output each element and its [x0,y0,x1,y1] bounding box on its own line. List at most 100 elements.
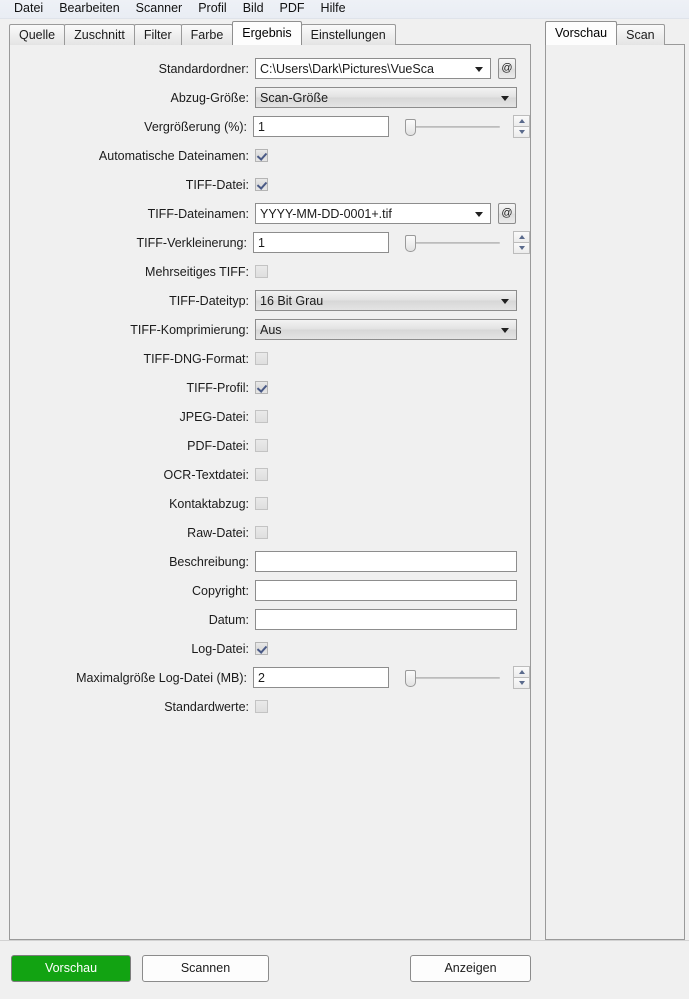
menu-item-hilfe[interactable]: Hilfe [313,0,354,18]
pdf-datei-checkbox[interactable] [255,439,268,452]
slider-track [410,677,500,679]
slider-track [410,126,500,128]
slider-track [410,242,500,244]
menu-item-pdf[interactable]: PDF [272,0,313,18]
slider-knob[interactable] [405,119,416,136]
mehrseitiges-tiff-checkbox[interactable] [255,265,268,278]
row-tiff-profil: TIFF-Profil: [10,373,530,402]
row-beschreibung: Beschreibung: [10,547,530,576]
menu-item-bild[interactable]: Bild [235,0,272,18]
tab-quelle[interactable]: Quelle [9,24,66,45]
stepper-down-icon[interactable] [513,678,530,689]
tab-filter[interactable]: Filter [133,24,182,45]
menu-item-profil[interactable]: Profil [190,0,234,18]
datum-input[interactable] [255,609,517,630]
tiff-datei-checkbox[interactable] [255,178,268,191]
chevron-down-icon [501,95,509,101]
stepper-down-icon[interactable] [513,127,530,138]
row-tiff-dateinamen: TIFF-Dateinamen: YYYY-MM-DD-0001+.tif @ [10,199,530,228]
stepper-down-icon[interactable] [513,243,530,254]
label-ocr-textdatei: OCR-Textdatei: [163,467,249,482]
stepper-up-icon[interactable] [513,115,530,127]
tiff-komprimierung-dropdown[interactable]: Aus [255,319,517,340]
tiff-dateinamen-at-button[interactable]: @ [498,203,516,224]
label-tiff-verkleinerung: TIFF-Verkleinerung: [136,235,247,250]
row-abzug-groesse: Abzug-Größe: Scan-Größe [10,83,530,112]
standardordner-at-button[interactable]: @ [498,58,516,79]
tiff-verkleinerung-stepper[interactable] [513,231,530,254]
tiff-verkleinerung-input[interactable] [253,232,389,253]
jpeg-datei-checkbox[interactable] [255,410,268,423]
main-area: Quelle Zuschnitt Filter Farbe Ergebnis E… [0,19,689,940]
vergroesserung-stepper[interactable] [513,115,530,138]
anzeigen-button[interactable]: Anzeigen [410,955,531,982]
copyright-input[interactable] [255,580,517,601]
stepper-up-icon[interactable] [513,666,530,678]
row-standardwerte: Standardwerte: [10,692,530,721]
menu-item-scanner[interactable]: Scanner [128,0,191,18]
row-copyright: Copyright: [10,576,530,605]
menu-item-bearbeiten[interactable]: Bearbeiten [51,0,127,18]
menu-item-datei[interactable]: Datei [6,0,51,18]
row-automatische-dateinamen: Automatische Dateinamen: [10,141,530,170]
tiff-dateityp-value: 16 Bit Grau [260,293,324,308]
standardwerte-checkbox[interactable] [255,700,268,713]
abzug-groesse-dropdown[interactable]: Scan-Größe [255,87,517,108]
preview-pane: Vorschau Scan [539,19,689,940]
maximalgroesse-log-slider[interactable] [404,667,500,688]
tab-ergebnis[interactable]: Ergebnis [232,21,302,45]
tab-scan[interactable]: Scan [616,24,665,45]
label-mehrseitiges-tiff: Mehrseitiges TIFF: [145,264,249,279]
label-tiff-datei: TIFF-Datei: [185,177,249,192]
tab-einstellungen[interactable]: Einstellungen [300,24,396,45]
chevron-down-icon [501,327,509,333]
row-standardordner: Standardordner: C:\Users\Dark\Pictures\V… [10,54,530,83]
kontaktabzug-checkbox[interactable] [255,497,268,510]
result-settings-form: Standardordner: C:\Users\Dark\Pictures\V… [10,45,530,939]
row-tiff-dng-format: TIFF-DNG-Format: [10,344,530,373]
row-jpeg-datei: JPEG-Datei: [10,402,530,431]
menu-bar: Datei Bearbeiten Scanner Profil Bild PDF… [0,0,689,19]
vergroesserung-input[interactable] [253,116,389,137]
beschreibung-input[interactable] [255,551,517,572]
tiff-komprimierung-value: Aus [260,322,282,337]
settings-pane: Quelle Zuschnitt Filter Farbe Ergebnis E… [0,19,536,940]
row-ocr-textdatei: OCR-Textdatei: [10,460,530,489]
stepper-up-icon[interactable] [513,231,530,243]
bottom-button-bar: Vorschau Scannen Anzeigen [0,940,689,999]
standardordner-combobox[interactable]: C:\Users\Dark\Pictures\VueSca [255,58,491,79]
maximalgroesse-log-input[interactable] [253,667,389,688]
automatische-dateinamen-checkbox[interactable] [255,149,268,162]
log-datei-checkbox[interactable] [255,642,268,655]
left-tab-strip: Quelle Zuschnitt Filter Farbe Ergebnis E… [0,19,536,45]
right-tab-strip: Vorschau Scan [539,19,689,45]
row-tiff-verkleinerung: TIFF-Verkleinerung: [10,228,530,257]
slider-knob[interactable] [405,670,416,687]
tiff-profil-checkbox[interactable] [255,381,268,394]
tiff-dateityp-dropdown[interactable]: 16 Bit Grau [255,290,517,311]
standardordner-value: C:\Users\Dark\Pictures\VueSca [260,61,434,76]
row-pdf-datei: PDF-Datei: [10,431,530,460]
tab-zuschnitt[interactable]: Zuschnitt [64,24,135,45]
label-tiff-komprimierung: TIFF-Komprimierung: [130,322,249,337]
label-datum: Datum: [208,612,249,627]
vergroesserung-slider[interactable] [404,116,500,137]
tab-vorschau[interactable]: Vorschau [545,21,618,45]
label-pdf-datei: PDF-Datei: [187,438,249,453]
row-tiff-komprimierung: TIFF-Komprimierung: Aus [10,315,530,344]
row-raw-datei: Raw-Datei: [10,518,530,547]
vorschau-button[interactable]: Vorschau [11,955,131,982]
tiff-dateinamen-combobox[interactable]: YYYY-MM-DD-0001+.tif [255,203,491,224]
maximalgroesse-log-stepper[interactable] [513,666,530,689]
tiff-dateinamen-value: YYYY-MM-DD-0001+.tif [260,206,392,221]
ocr-textdatei-checkbox[interactable] [255,468,268,481]
raw-datei-checkbox[interactable] [255,526,268,539]
label-log-datei: Log-Datei: [191,641,249,656]
row-log-datei: Log-Datei: [10,634,530,663]
chevron-down-icon [501,298,509,304]
tab-farbe[interactable]: Farbe [180,24,234,45]
slider-knob[interactable] [405,235,416,252]
tiff-verkleinerung-slider[interactable] [404,232,500,253]
tiff-dng-format-checkbox[interactable] [255,352,268,365]
scannen-button[interactable]: Scannen [142,955,269,982]
